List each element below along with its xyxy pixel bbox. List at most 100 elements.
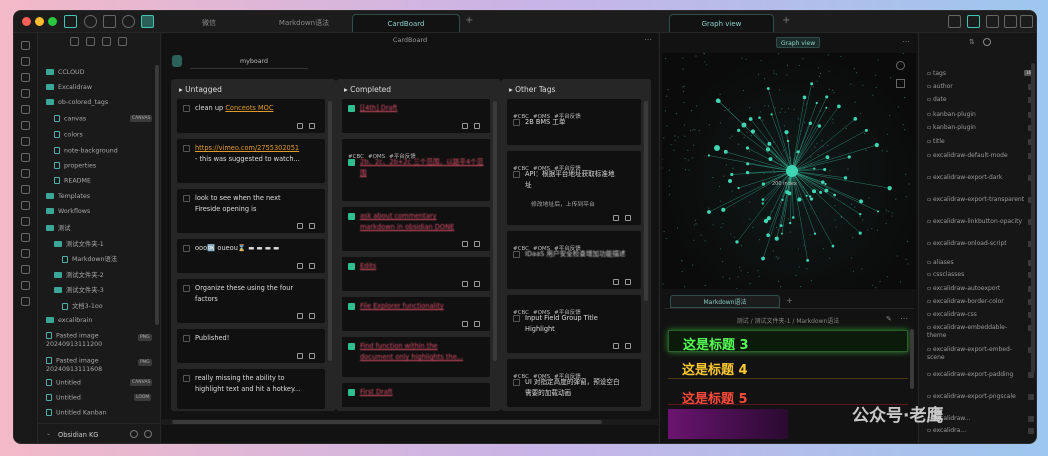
task-checkbox[interactable]	[513, 315, 520, 322]
more-options-icon[interactable]: ⋯	[900, 314, 908, 323]
tag-item[interactable]: ▫ excalidraw-linkbutton-opacity	[927, 218, 1025, 226]
tag-icon[interactable]	[21, 265, 30, 274]
file-item[interactable]: Pasted image 20240913111608	[46, 357, 126, 374]
task-card[interactable]: First Draft	[342, 383, 490, 407]
task-checkbox[interactable]	[348, 159, 355, 166]
horizontal-scrollbar[interactable]	[162, 419, 658, 425]
task-checkbox[interactable]	[513, 119, 520, 126]
folder-item[interactable]: 测试文件夹-1	[54, 239, 104, 248]
task-card[interactable]: #CBC #OMS #平台反馈 API：根据平台地址获取标准地址 修改地址后，上传到…	[507, 151, 641, 225]
file-item[interactable]: canvas	[54, 115, 86, 123]
edit-icon[interactable]	[613, 343, 619, 349]
sort-icon[interactable]: ⇅	[969, 38, 975, 46]
task-card[interactable]: really missing the ability to highlight t…	[177, 369, 325, 409]
task-card[interactable]: #CBC #OMS #平台反馈 IDaaS 用户安全检查增加功能描述	[507, 231, 641, 289]
task-card[interactable]: #CBC #OMS #平台反馈 2B BMS 工单	[507, 99, 641, 145]
new-note-icon[interactable]	[70, 37, 79, 46]
tab-markdown[interactable]: Markdown语法	[254, 14, 354, 32]
task-checkbox[interactable]	[348, 213, 355, 220]
more-icon[interactable]	[1020, 15, 1033, 28]
task-card[interactable]: clean up Conceots MOC	[177, 99, 325, 133]
delete-icon[interactable]	[625, 279, 631, 285]
tool-icon[interactable]	[21, 169, 30, 178]
calendar-icon[interactable]	[21, 89, 30, 98]
graph-canvas[interactable]: 200 index	[662, 53, 916, 289]
new-folder-icon[interactable]	[86, 37, 95, 46]
tag-item[interactable]: ▫ excalidraw-onload-script	[927, 240, 1025, 248]
code-icon[interactable]	[21, 185, 30, 194]
task-checkbox[interactable]	[348, 105, 355, 112]
scrollbar[interactable]	[155, 65, 159, 325]
tag-item[interactable]: ▫ excalidraw-export-embed-scene	[927, 346, 1025, 361]
delete-icon[interactable]	[474, 321, 480, 327]
maximize-window-button[interactable]	[48, 17, 57, 26]
minimize-window-button[interactable]	[35, 17, 44, 26]
task-checkbox[interactable]	[183, 245, 190, 252]
file-item[interactable]: README	[54, 177, 91, 185]
task-checkbox[interactable]	[348, 343, 355, 350]
tag-item[interactable]: ▫ excalidraw-embeddable-theme	[927, 324, 1025, 339]
scrollbar[interactable]	[493, 101, 497, 361]
task-card[interactable]: look to see when the next Fireside openin…	[177, 189, 325, 233]
search-icon[interactable]	[84, 15, 97, 28]
edit-icon[interactable]	[462, 123, 468, 129]
edit-icon[interactable]	[613, 279, 619, 285]
canvas-icon[interactable]	[21, 201, 30, 210]
tag-item[interactable]: ▫ kanban-plugin	[927, 124, 1025, 132]
task-checkbox[interactable]	[348, 263, 355, 270]
tab-cardboard[interactable]: CardBoard	[352, 14, 460, 32]
delete-icon[interactable]	[309, 123, 315, 129]
task-card[interactable]: Published!	[177, 329, 325, 363]
tag-item[interactable]: ▫ excalidra...	[927, 427, 1025, 435]
scrollbar[interactable]	[328, 101, 332, 361]
task-card[interactable]: https://vimeo.com/2755302051- this was s…	[177, 139, 325, 183]
copy-icon[interactable]	[21, 73, 30, 82]
delete-icon[interactable]	[474, 281, 480, 287]
delete-icon[interactable]	[474, 241, 480, 247]
folder-item[interactable]: 测试	[46, 223, 71, 232]
tag-item[interactable]: ▫ excalidraw-export-padding	[927, 371, 1025, 379]
edit-icon[interactable]	[297, 223, 303, 229]
edit-icon[interactable]	[462, 281, 468, 287]
task-checkbox[interactable]	[183, 145, 190, 152]
file-item[interactable]: Untitled Kanban	[46, 409, 107, 417]
more-options-icon[interactable]: ⋯	[902, 37, 910, 46]
task-card[interactable]: ooo🆗 oueou⌛ ▬ ▬ ▬ ▬	[177, 239, 325, 273]
task-checkbox[interactable]	[348, 303, 355, 310]
folder-item[interactable]: CCLOUD	[46, 69, 85, 76]
folder-item[interactable]: 测试文件夹-2	[54, 270, 104, 279]
help-icon[interactable]	[130, 430, 138, 438]
file-item[interactable]: note-background	[54, 147, 118, 155]
tag-item[interactable]: ▫ author	[927, 83, 1025, 91]
graph-view-button[interactable]: Graph view	[776, 37, 821, 48]
scrollbar[interactable]	[1031, 63, 1035, 373]
tag-item[interactable]: ▫ aliases	[927, 259, 1025, 267]
settings-icon[interactable]	[144, 430, 152, 438]
layout-icon[interactable]	[1004, 15, 1017, 28]
task-checkbox[interactable]	[513, 171, 520, 178]
task-checkbox[interactable]	[183, 195, 190, 202]
task-checkbox[interactable]	[183, 335, 190, 342]
sort-icon[interactable]	[102, 37, 111, 46]
delete-icon[interactable]	[309, 263, 315, 269]
tag-item[interactable]: ▫ excalidraw-export-pngscale	[927, 393, 1025, 401]
tag-item[interactable]: ▫ excalidraw-export-dark	[927, 174, 1025, 182]
tag-item[interactable]: ▫ cssclasses	[927, 271, 1025, 279]
link-icon[interactable]	[21, 217, 30, 226]
edit-icon[interactable]	[462, 321, 468, 327]
tag-item[interactable]: ▫ date	[927, 96, 1025, 104]
folder-item[interactable]: excalibrain	[46, 317, 92, 324]
tag-item[interactable]: ▫ excalidraw-autoexport	[927, 285, 1025, 293]
task-card[interactable]: File Explorer functionality	[342, 297, 490, 331]
clock-icon[interactable]	[122, 15, 135, 28]
file-item[interactable]: properties	[54, 162, 96, 170]
terminal-icon[interactable]	[21, 233, 30, 242]
tag-item[interactable]: ▫ title	[927, 138, 1025, 146]
tab-markdown[interactable]: Markdown语法	[670, 295, 780, 308]
edit-icon[interactable]	[297, 263, 303, 269]
scrollbar[interactable]	[644, 101, 648, 301]
note-icon[interactable]	[21, 137, 30, 146]
folder-item[interactable]: Workflows	[46, 208, 90, 215]
new-tab-icon[interactable]: +	[782, 15, 790, 26]
file-item[interactable]: 文档3-1oo	[62, 301, 103, 310]
